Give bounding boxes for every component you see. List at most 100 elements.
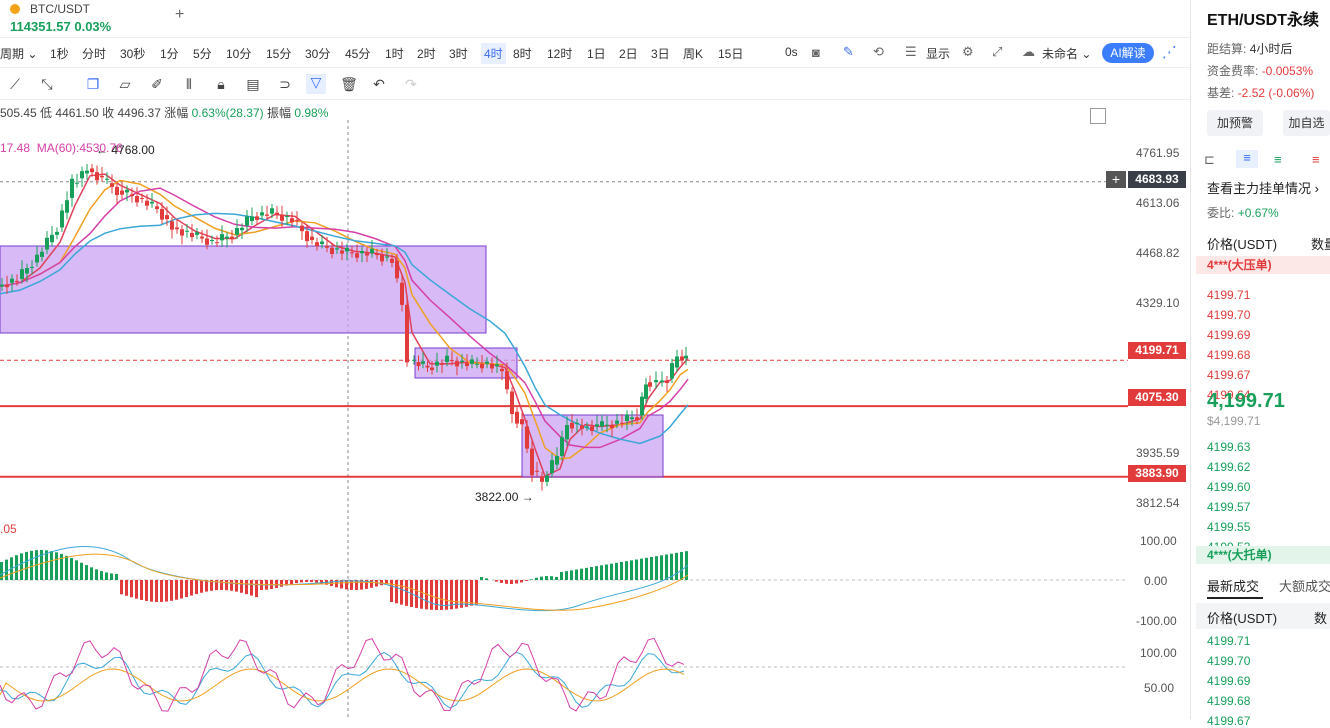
timeframe-12[interactable]: 3时 (449, 45, 468, 62)
trade-price[interactable]: 4199.68 (1207, 694, 1250, 708)
camera-icon[interactable]: ◙ (812, 45, 820, 60)
ask-price[interactable]: 4199.71 (1207, 288, 1250, 302)
timeframe-18[interactable]: 3日 (651, 45, 670, 62)
ask-price[interactable]: 4199.67 (1207, 368, 1250, 382)
timeframe-15[interactable]: 12时 (547, 45, 572, 62)
ask-price[interactable]: 4199.69 (1207, 328, 1250, 342)
bid-price[interactable]: 4199.62 (1207, 460, 1250, 474)
macd-bar (20, 553, 23, 580)
add-tab-icon[interactable]: + (175, 6, 184, 24)
trade-price[interactable]: 4199.67 (1207, 714, 1250, 728)
orderbook-both-icon[interactable]: ≡ (1236, 150, 1258, 168)
level-price-tag: 4075.30 (1128, 389, 1186, 406)
seconds-toggle[interactable]: 0s (785, 45, 798, 59)
add-alert-icon[interactable]: + (1106, 171, 1126, 188)
trade-price[interactable]: 4199.69 (1207, 674, 1250, 688)
timeframe-17[interactable]: 2日 (619, 45, 638, 62)
ai-analysis-button[interactable]: AI解读 (1102, 43, 1154, 63)
candle-body (417, 362, 421, 366)
candle-body (270, 208, 274, 213)
macd-bar (510, 580, 513, 584)
timeframe-20[interactable]: 15日 (718, 45, 743, 62)
timeframe-11[interactable]: 2时 (417, 45, 436, 62)
candle-body (325, 246, 329, 248)
tab-large-trades[interactable]: 大额成交 (1279, 576, 1330, 595)
candle-body (630, 417, 634, 419)
orderbook-asks-icon[interactable]: ≡ (1312, 152, 1320, 167)
candle-body (530, 449, 534, 476)
timeframe-14[interactable]: 8时 (513, 45, 532, 62)
macd-bar (640, 559, 643, 580)
basis-value: -2.52 (-0.06%) (1238, 86, 1315, 100)
ohlc-chg-label: 涨幅 (164, 106, 188, 120)
timeframe-5[interactable]: 5分 (193, 45, 212, 62)
timeframe-3[interactable]: 30秒 (120, 45, 145, 62)
undo-icon[interactable]: ↶ (370, 76, 388, 92)
add-alert-button[interactable]: 加预警 (1207, 110, 1263, 136)
orderbook-mode-icon[interactable]: ⊏ (1204, 152, 1215, 168)
candle-body (615, 421, 619, 424)
filter-icon[interactable]: ▽ (306, 74, 326, 94)
candles-icon[interactable]: ⫴ (180, 76, 198, 92)
timeframe-16[interactable]: 1日 (587, 45, 606, 62)
brush-icon[interactable]: ✐ (148, 76, 166, 92)
macd-bar (655, 556, 658, 580)
macd-bar (55, 552, 58, 580)
candle-body (200, 237, 204, 239)
tab-pair-name[interactable]: BTC/USDT (30, 2, 90, 16)
candlestick-chart[interactable] (0, 120, 1190, 719)
main-orders-link[interactable]: 查看主力挂单情况 › (1207, 178, 1319, 197)
note-icon[interactable]: ▤ (244, 76, 262, 92)
undo-draw-icon[interactable]: ⟲ (873, 44, 884, 60)
bid-price[interactable]: 4199.63 (1207, 440, 1250, 454)
candle-body (570, 423, 574, 429)
axis-label: 4613.06 (1136, 196, 1179, 210)
timeframe-19[interactable]: 周K (683, 45, 703, 62)
ask-price[interactable]: 4199.68 (1207, 348, 1250, 362)
ohlc-close-label: 收 (102, 106, 114, 120)
tab-latest-trades[interactable]: 最新成交 (1207, 576, 1259, 595)
add-favorite-button[interactable]: 加自选 (1283, 110, 1330, 136)
timeframe-7[interactable]: 15分 (266, 45, 291, 62)
ohlc-close: 4496.37 (118, 106, 161, 120)
trade-price[interactable]: 4199.70 (1207, 654, 1250, 668)
macd-bar (590, 567, 593, 580)
bid-price[interactable]: 4199.60 (1207, 480, 1250, 494)
display-menu[interactable]: 显示 (926, 45, 950, 62)
macd-bar (500, 580, 503, 583)
layout-name-dropdown[interactable]: 未命名 ⌄ (1042, 45, 1091, 62)
share-icon[interactable]: ⋰ (1162, 43, 1177, 61)
orderbook-bids-icon[interactable]: ≡ (1274, 152, 1282, 167)
timeframe-6[interactable]: 10分 (226, 45, 251, 62)
pencil-icon[interactable]: ✎ (843, 44, 854, 60)
timeframe-1[interactable]: 1秒 (50, 45, 69, 62)
macd-bar (315, 580, 318, 583)
timeframe-8[interactable]: 30分 (305, 45, 330, 62)
fullscreen-icon[interactable]: ⤢ (992, 44, 1002, 60)
trash-icon[interactable]: 🗑︎ (340, 76, 358, 92)
timeframe-13[interactable]: 4时 (481, 43, 506, 64)
copy-icon[interactable]: ❐ (84, 76, 102, 92)
trendline-icon[interactable]: ⟋ (6, 76, 24, 92)
bid-price[interactable]: 4199.57 (1207, 500, 1250, 514)
ray-icon[interactable]: ⤡ (38, 76, 56, 92)
timeframe-2[interactable]: 分时 (82, 45, 106, 62)
settings-icon[interactable]: ⚙ (962, 44, 974, 60)
macd-bar (595, 566, 598, 580)
redo-icon[interactable]: ↷ (402, 76, 420, 92)
timeframe-0[interactable]: 周期 ⌄ (0, 45, 37, 62)
lock-icon[interactable]: 🔒︎ (212, 76, 230, 92)
main-orders-label: 查看主力挂单情况 (1207, 181, 1311, 196)
ask-price[interactable]: 4199.70 (1207, 308, 1250, 322)
timeframe-4[interactable]: 1分 (160, 45, 179, 62)
timeframe-10[interactable]: 1时 (385, 45, 404, 62)
bid-price[interactable]: 4199.55 (1207, 520, 1250, 534)
list-icon[interactable]: ☰ (905, 44, 917, 60)
candle-body (385, 257, 389, 258)
candle-body (240, 228, 244, 230)
ruler-icon[interactable]: ▱ (116, 76, 134, 92)
timeframe-9[interactable]: 45分 (345, 45, 370, 62)
trade-price[interactable]: 4199.71 (1207, 634, 1250, 648)
magnet-icon[interactable]: ⊃ (276, 76, 294, 92)
expand-icon[interactable] (1090, 108, 1106, 124)
